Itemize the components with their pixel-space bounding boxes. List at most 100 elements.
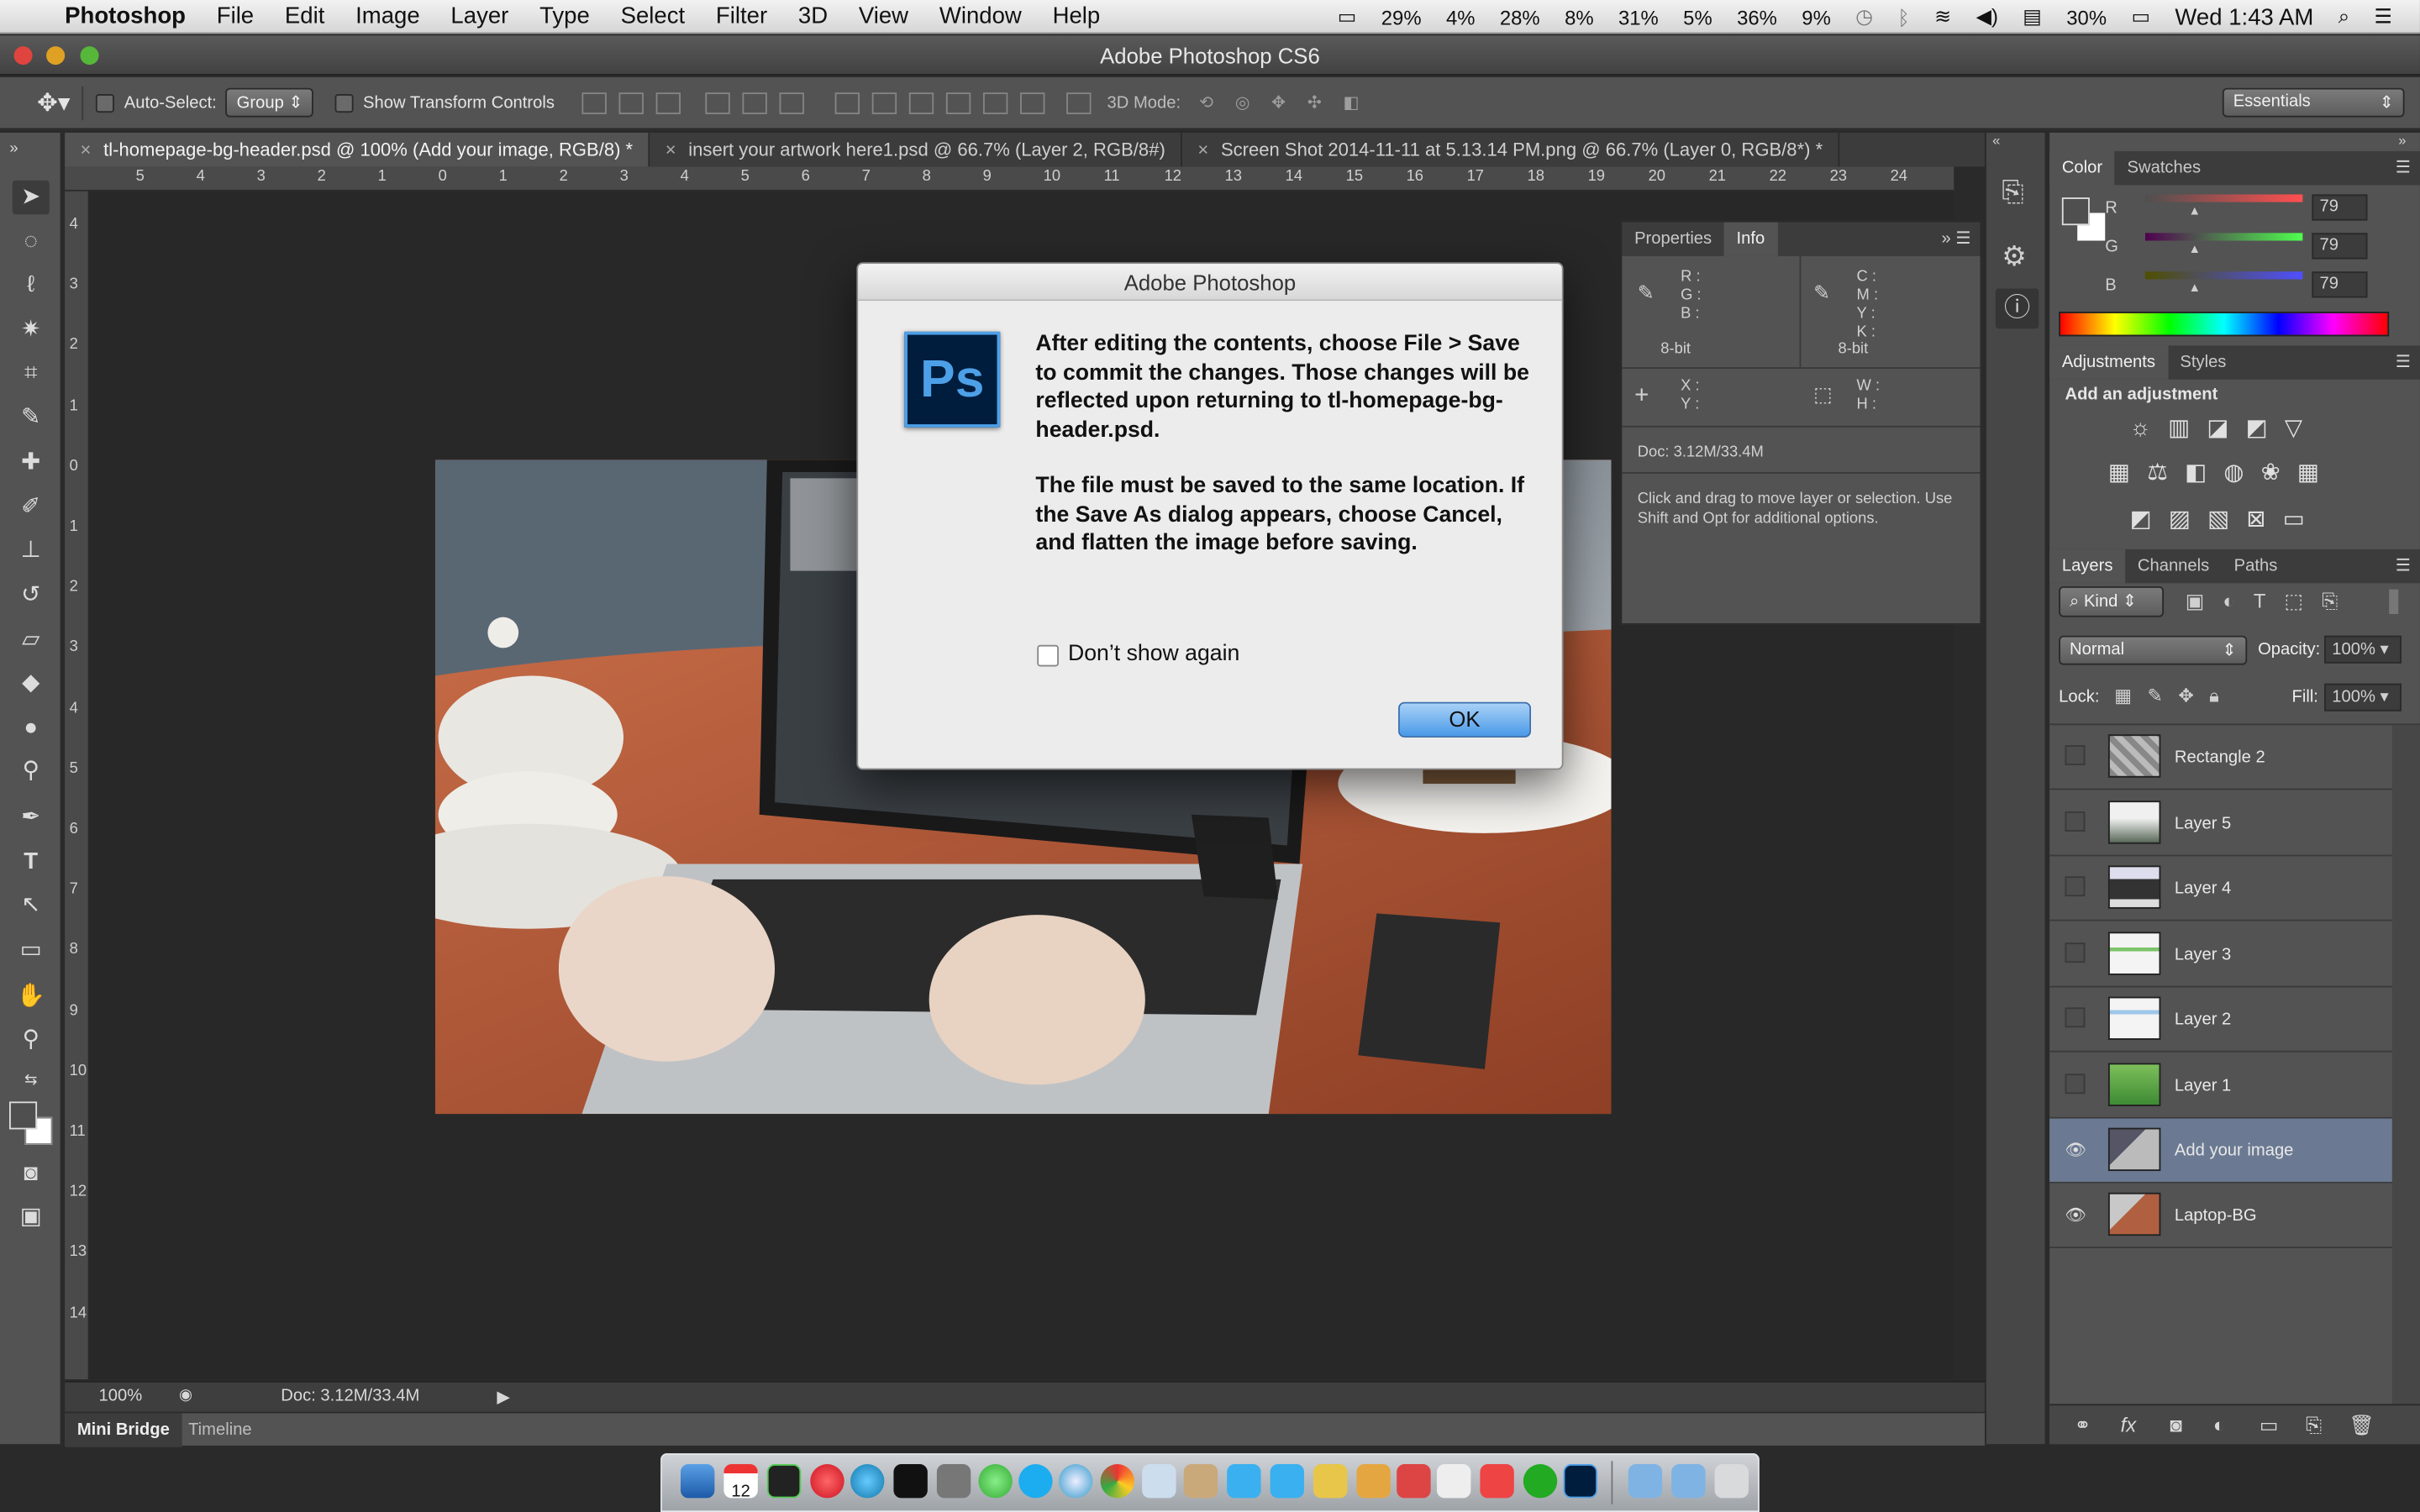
history-brush-tool-icon[interactable]: ↺	[13, 579, 50, 612]
layers-menu-icon[interactable]: ☰	[2386, 549, 2420, 583]
zoom-tool-icon[interactable]: ⚲	[13, 1023, 50, 1057]
layer-row-layer-3[interactable]: Layer 3	[2049, 922, 2392, 988]
close-tab-icon[interactable]: ×	[81, 139, 92, 160]
tab-document-3[interactable]: × Screen Shot 2014-11-11 at 5.13.14 PM.pn…	[1182, 132, 1840, 167]
b-value-field[interactable]: 79	[2312, 271, 2368, 298]
align-right-icon[interactable]	[780, 92, 805, 113]
evernote-icon[interactable]	[978, 1464, 1013, 1499]
tab-paths[interactable]: Paths	[2222, 549, 2290, 583]
eye-icon[interactable]: 👁︎	[2065, 1205, 2087, 1225]
skype-icon[interactable]	[1018, 1464, 1053, 1499]
path-selection-tool-icon[interactable]: ↖	[13, 889, 50, 922]
dont-show-again-label[interactable]: Don’t show again	[1068, 642, 1239, 666]
filter-pixel-icon[interactable]: ▣	[2186, 590, 2223, 613]
menu-filter[interactable]: Filter	[701, 3, 783, 29]
status-menu-arrow-icon[interactable]: ▶	[497, 1387, 510, 1407]
g-slider[interactable]	[2145, 233, 2303, 241]
new-adjustment-layer-icon[interactable]: ◐	[2213, 1413, 2225, 1436]
twitter-icon[interactable]	[1227, 1464, 1261, 1499]
lock-pixels-icon[interactable]: ✎	[2147, 685, 2178, 706]
distribute-bottom-icon[interactable]	[909, 92, 934, 113]
close-tab-icon[interactable]: ×	[666, 139, 676, 160]
r-slider[interactable]	[2145, 194, 2303, 202]
align-vcenter-icon[interactable]	[619, 92, 644, 113]
finder-icon[interactable]	[680, 1464, 715, 1499]
calendar-icon[interactable]: 12	[723, 1464, 758, 1501]
menu-select[interactable]: Select	[605, 3, 700, 29]
magic-wand-tool-icon[interactable]: ✷	[13, 313, 50, 347]
g-slider-thumb[interactable]: ▲	[2188, 242, 2201, 256]
levels-icon[interactable]: ▥	[2168, 415, 2207, 441]
flag-icon[interactable]: ▤	[2011, 5, 2054, 29]
fill-field[interactable]: 100% ▾	[2324, 683, 2402, 711]
battery-icon[interactable]: ▭	[2119, 5, 2163, 29]
distribute-right-icon[interactable]	[1020, 92, 1046, 113]
screen-mode-icon[interactable]: ▣	[13, 1200, 50, 1234]
channel-mixer-icon[interactable]: ❀	[2261, 459, 2297, 486]
layer-row-layer-1[interactable]: Layer 1	[2049, 1053, 2392, 1119]
brush-tool-icon[interactable]: ✐	[13, 491, 50, 524]
3d-slide-icon[interactable]: ✣	[1307, 92, 1322, 113]
move-tool-icon[interactable]: ➤	[12, 180, 50, 215]
zoom-level[interactable]: 100%	[99, 1387, 143, 1405]
layer-row-layer-5[interactable]: Layer 5	[2049, 791, 2392, 857]
color-fg-swatch[interactable]	[2061, 197, 2090, 226]
layer-visibility-toggle[interactable]	[2065, 1007, 2086, 1028]
eyedropper-tool-icon[interactable]: ✎	[13, 402, 50, 435]
messages-icon[interactable]	[1142, 1464, 1176, 1499]
tab-channels[interactable]: Channels	[2125, 549, 2222, 583]
filter-adjustment-icon[interactable]: ◐	[2223, 590, 2253, 613]
dont-show-again-checkbox[interactable]	[1037, 644, 1059, 667]
auto-select-checkbox[interactable]	[96, 93, 115, 113]
menu-type[interactable]: Type	[524, 3, 605, 29]
lock-all-icon[interactable]: 🔒︎	[2209, 685, 2234, 706]
airplay-icon[interactable]: ▭	[1325, 5, 1369, 29]
brightness-contrast-icon[interactable]: ☼	[2130, 415, 2168, 441]
tab-styles[interactable]: Styles	[2168, 345, 2238, 379]
downloads-folder-icon[interactable]	[1671, 1464, 1706, 1499]
color-balance-icon[interactable]: ⚖	[2147, 459, 2185, 486]
spotlight-icon[interactable]: ⌕	[2326, 5, 2362, 29]
clock[interactable]: Wed 1:43 AM	[2163, 4, 2326, 30]
tab-layers[interactable]: Layers	[2049, 549, 2126, 584]
menu-app-name[interactable]: Photoshop	[50, 3, 202, 29]
trash-icon[interactable]	[1714, 1464, 1749, 1499]
vibrance-icon[interactable]: ▽	[2285, 415, 2319, 441]
black-white-icon[interactable]: ◧	[2185, 459, 2223, 486]
menu-image[interactable]: Image	[340, 3, 435, 29]
close-tab-icon[interactable]: ×	[1197, 139, 1208, 160]
workspace-dropdown[interactable]: Essentials ⇕	[2222, 87, 2405, 118]
panel-menu-icon[interactable]: » ☰	[1932, 222, 1980, 255]
layer-row-rectangle-2[interactable]: Rectangle 2	[2049, 725, 2392, 790]
rectangle-tool-icon[interactable]: ▭	[13, 933, 50, 967]
time-machine-icon[interactable]: ◷	[1844, 5, 1886, 29]
color-lookup-icon[interactable]: ▦	[2297, 459, 2336, 486]
info-panel-icon[interactable]: ⓘ	[1995, 288, 2039, 329]
menu-edit[interactable]: Edit	[270, 3, 340, 29]
tab-mini-bridge[interactable]: Mini Bridge	[65, 1413, 182, 1447]
collapse-left-arrows-icon[interactable]: «	[1992, 133, 2000, 148]
gradient-map-icon[interactable]: ▭	[2283, 506, 2322, 532]
3d-pan-icon[interactable]: ✥	[1271, 92, 1286, 113]
adjustments-menu-icon[interactable]: ☰	[2386, 345, 2420, 379]
layer-style-icon[interactable]: fx	[2121, 1413, 2137, 1436]
layer-row-laptop-bg[interactable]: 👁︎ Laptop-BG	[2049, 1184, 2392, 1248]
lasso-tool-icon[interactable]: ℓ	[13, 269, 50, 302]
tab-timeline[interactable]: Timeline	[188, 1413, 252, 1446]
distribute-left-icon[interactable]	[946, 92, 971, 113]
wifi-icon[interactable]: ≋	[1922, 5, 1963, 29]
close-window-button[interactable]	[13, 46, 33, 66]
volume-icon[interactable]: ◀)	[1964, 5, 2011, 29]
align-bottom-icon[interactable]	[656, 92, 681, 113]
blend-mode-dropdown[interactable]: Normal ⇕	[2059, 635, 2248, 665]
tab-document-2[interactable]: × insert your artwork here1.psd @ 66.7% (…	[650, 132, 1182, 167]
ok-button[interactable]: OK	[1398, 701, 1532, 738]
opacity-field[interactable]: 100% ▾	[2324, 635, 2402, 664]
healing-brush-tool-icon[interactable]: ✚	[13, 446, 50, 480]
curves-icon[interactable]: ◪	[2207, 415, 2245, 441]
contacts-icon[interactable]	[1183, 1464, 1218, 1499]
layer-visibility-toggle[interactable]	[2065, 876, 2086, 897]
blur-tool-icon[interactable]: ●	[13, 711, 50, 745]
r-slider-thumb[interactable]: ▲	[2188, 203, 2201, 218]
lock-transparent-icon[interactable]: ▦	[2114, 685, 2147, 706]
